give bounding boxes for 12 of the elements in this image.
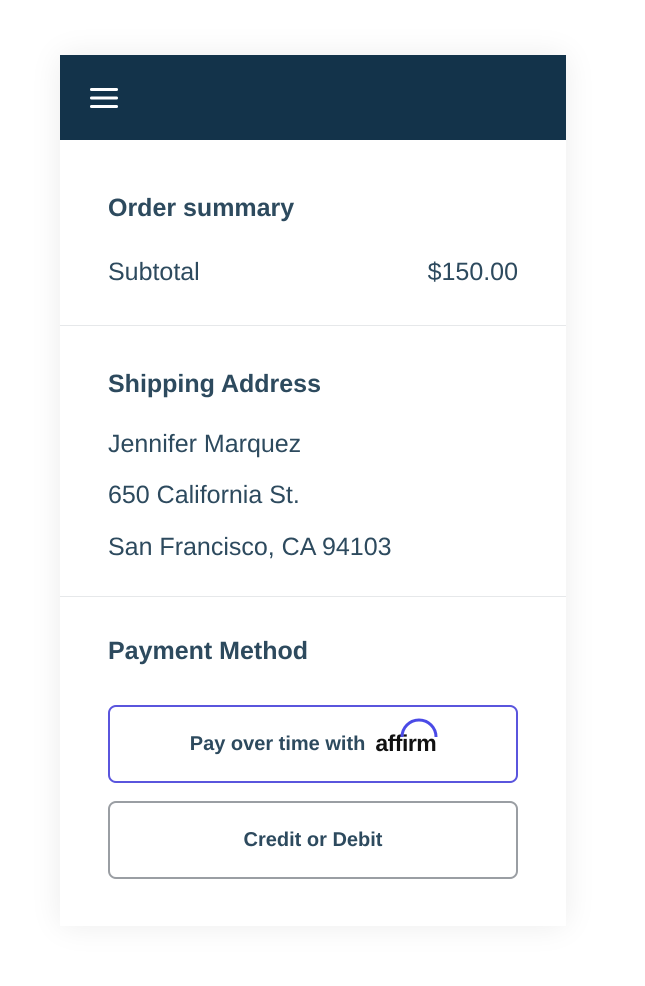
subtotal-amount: $150.00 [428,256,518,288]
address-line: 650 California St. [108,480,301,511]
affirm-logo: affirm [375,726,436,761]
section-title: Order summary [108,193,296,224]
payment-option-button[interactable]: Pay over time with affirm [108,704,518,782]
menu-icon[interactable] [90,86,118,108]
payment-option-button[interactable]: Credit or Debit [108,800,518,878]
address-line: Jennifer Marquez [108,428,302,460]
section-title: Payment Method [108,636,310,667]
section-title: Shipping Address [108,369,322,400]
subtotal-label: Subtotal [108,256,200,288]
address-line: San Francisco, CA 94103 [108,532,392,562]
